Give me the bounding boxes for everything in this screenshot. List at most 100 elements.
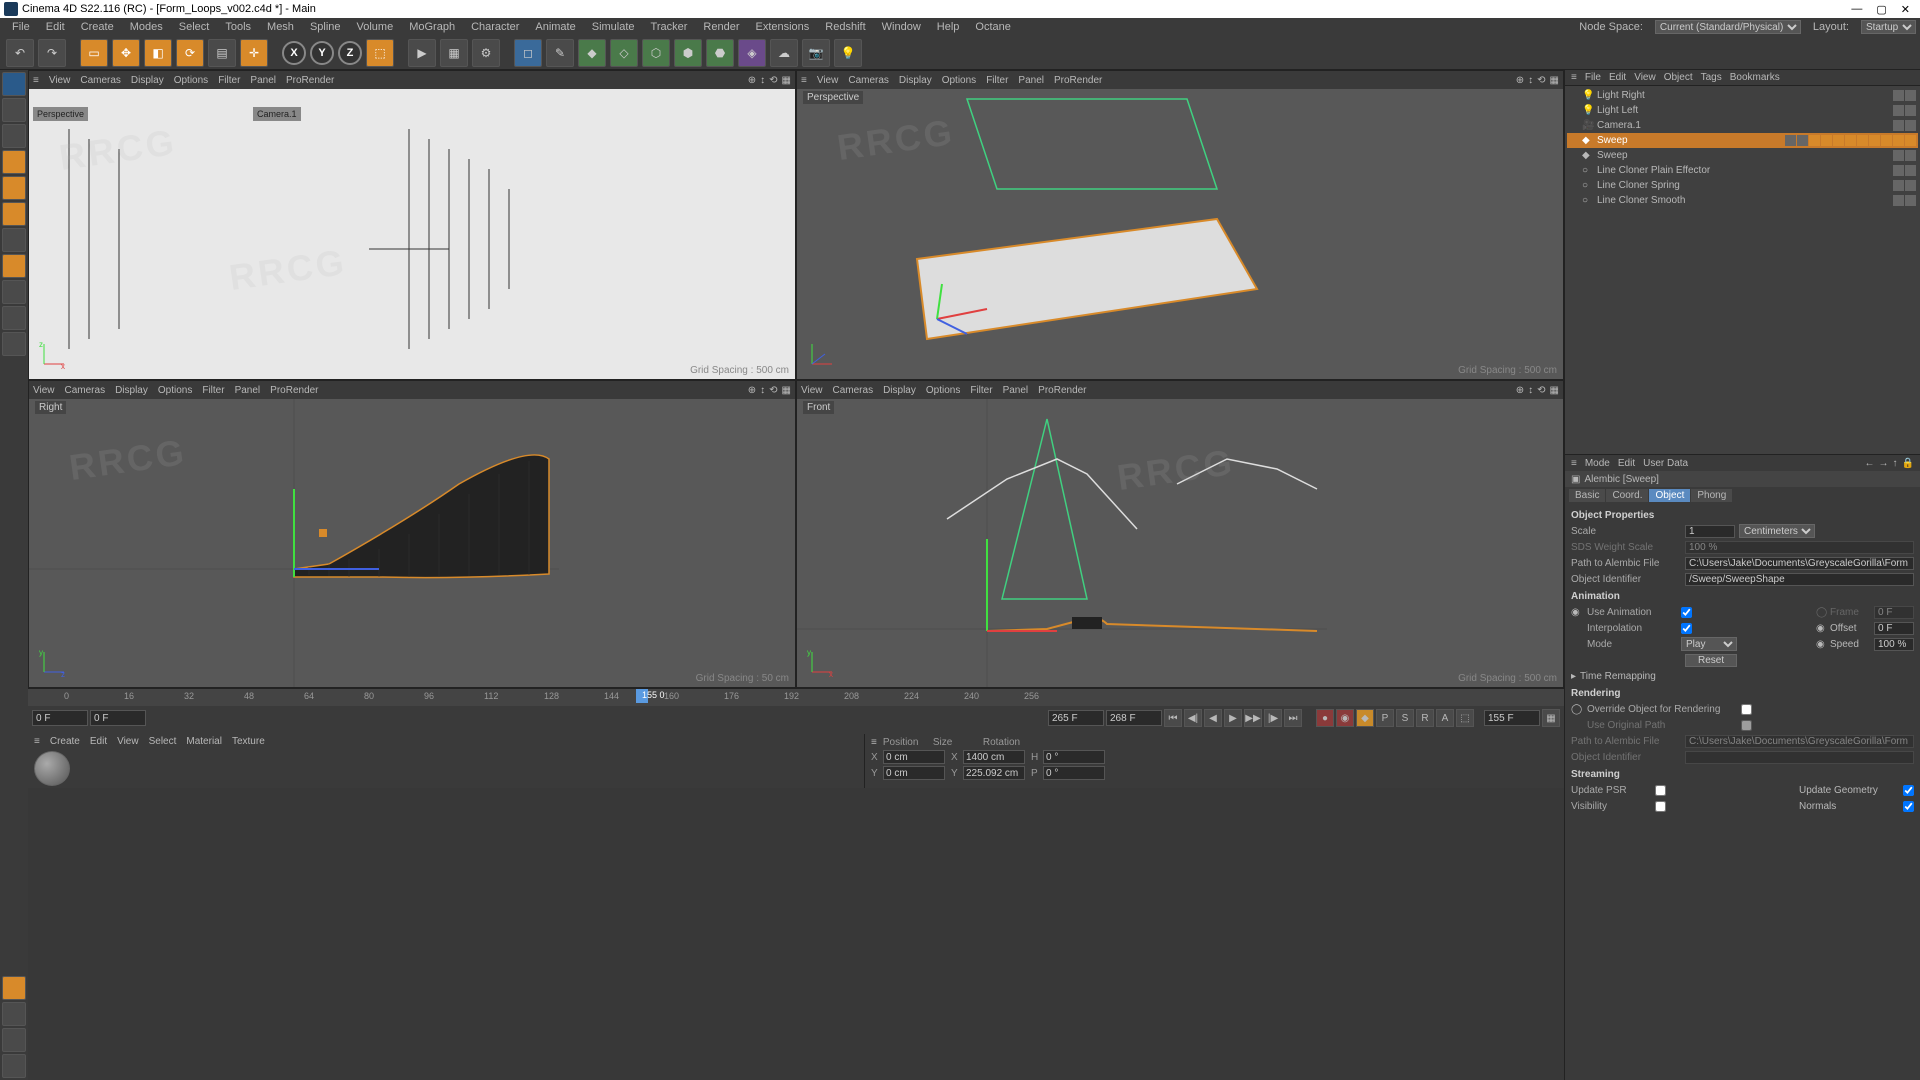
timeline-ruler[interactable]: 155 0 0163248648096112128144160176192208…	[28, 688, 1564, 706]
start-frame-b[interactable]: 0 F	[90, 710, 146, 726]
nav-fwd-icon[interactable]: →	[1879, 458, 1889, 469]
nav-back-icon[interactable]: ←	[1865, 458, 1875, 469]
hamburger-icon[interactable]: ≡	[1571, 72, 1577, 83]
rot-h[interactable]	[1043, 750, 1105, 764]
texture-mode[interactable]	[2, 98, 26, 122]
vp-menu-prorender[interactable]: ProRender	[1054, 75, 1102, 86]
tag-icon[interactable]	[1893, 165, 1904, 176]
menu-file[interactable]: File	[4, 19, 38, 35]
vp-nav-icon[interactable]: ↕	[1528, 75, 1533, 86]
prev-frame[interactable]: ◀	[1204, 709, 1222, 727]
om-item[interactable]: ○Line Cloner Smooth	[1567, 193, 1918, 208]
tag-icon[interactable]	[1905, 90, 1916, 101]
menu-help[interactable]: Help	[929, 19, 968, 35]
uv-point[interactable]	[2, 254, 26, 278]
tag-icon[interactable]	[1833, 135, 1844, 146]
menu-create[interactable]: Create	[73, 19, 122, 35]
snap3[interactable]	[2, 332, 26, 356]
model-mode[interactable]	[2, 72, 26, 96]
generator[interactable]: ◆	[578, 39, 606, 67]
attr-menu-mode[interactable]: Mode	[1585, 458, 1610, 469]
menu-tracker[interactable]: Tracker	[643, 19, 696, 35]
rot-p[interactable]	[1043, 766, 1105, 780]
om-menu-tags[interactable]: Tags	[1701, 72, 1722, 83]
mat-menu-select[interactable]: Select	[149, 736, 177, 747]
axis-x[interactable]: X	[282, 41, 306, 65]
menu-select[interactable]: Select	[171, 19, 218, 35]
vp-nav-icon[interactable]: ▦	[1550, 75, 1559, 86]
pos-y[interactable]	[883, 766, 945, 780]
attr-menu-userdata[interactable]: User Data	[1643, 458, 1688, 469]
om-item[interactable]: 🎥Camera.1	[1567, 118, 1918, 133]
key-pla[interactable]: ⬚	[1456, 709, 1474, 727]
hamburger-icon[interactable]: ≡	[33, 75, 39, 86]
edge-mode[interactable]	[2, 176, 26, 200]
environment[interactable]: ☁	[770, 39, 798, 67]
end-frame-a[interactable]: 265 F	[1048, 710, 1104, 726]
vp-menu-prorender[interactable]: ProRender	[1038, 385, 1086, 396]
om-item[interactable]: 💡Light Right	[1567, 88, 1918, 103]
vp-menu-filter[interactable]: Filter	[986, 75, 1008, 86]
scale-input[interactable]	[1685, 525, 1735, 538]
tab-object[interactable]: Object	[1649, 489, 1690, 502]
tweak[interactable]	[2, 976, 26, 1000]
menu-mesh[interactable]: Mesh	[259, 19, 302, 35]
offset-input[interactable]	[1874, 622, 1914, 635]
tag-icon[interactable]	[1893, 105, 1904, 116]
snap[interactable]	[2, 280, 26, 304]
deformer[interactable]: ◈	[738, 39, 766, 67]
place-tool[interactable]: ✛	[240, 39, 268, 67]
vp-nav-icon[interactable]: ⟲	[1537, 385, 1545, 396]
hamburger-icon[interactable]: ≡	[34, 736, 40, 747]
menu-animate[interactable]: Animate	[527, 19, 583, 35]
effector[interactable]: ⬢	[674, 39, 702, 67]
tag-icon[interactable]	[1905, 135, 1916, 146]
render-region[interactable]: ▦	[440, 39, 468, 67]
reset-button[interactable]: Reset	[1685, 654, 1737, 667]
vp-nav-icon[interactable]: ⟲	[769, 75, 777, 86]
primitive-cube[interactable]: ◻	[514, 39, 542, 67]
size-x[interactable]	[963, 750, 1025, 764]
vp-nav-icon[interactable]: ⊕	[748, 385, 756, 396]
pos-x[interactable]	[883, 750, 945, 764]
om-item[interactable]: ○Line Cloner Spring	[1567, 178, 1918, 193]
tag-icon[interactable]	[1797, 135, 1808, 146]
mode-select[interactable]: Play	[1681, 637, 1737, 651]
maximize-icon[interactable]: ▢	[1876, 3, 1886, 16]
node-space-select[interactable]: Current (Standard/Physical)	[1655, 20, 1801, 34]
lock-icon[interactable]: 🔒	[1902, 458, 1914, 469]
vp-menu-display[interactable]: Display	[899, 75, 932, 86]
timeline-opts[interactable]: ▦	[1542, 709, 1560, 727]
tag-icon[interactable]	[1821, 135, 1832, 146]
viewport-solo2[interactable]	[2, 1028, 26, 1052]
use-anim-check[interactable]	[1681, 607, 1692, 618]
tab-phong[interactable]: Phong	[1691, 489, 1732, 502]
tag-icon[interactable]	[1893, 120, 1904, 131]
goto-start[interactable]: ⏮	[1164, 709, 1182, 727]
vp-menu-prorender[interactable]: ProRender	[286, 75, 334, 86]
vp-menu-filter[interactable]: Filter	[202, 385, 224, 396]
vp-nav-icon[interactable]: ⊕	[1516, 385, 1524, 396]
tag-icon[interactable]	[1893, 135, 1904, 146]
time-remap-label[interactable]: Time Remapping	[1580, 671, 1656, 682]
vp-nav-icon[interactable]: ↕	[760, 75, 765, 86]
menu-redshift[interactable]: Redshift	[817, 19, 873, 35]
vp-menu-options[interactable]: Options	[942, 75, 976, 86]
tag-icon[interactable]	[1845, 135, 1856, 146]
render-settings[interactable]: ⚙	[472, 39, 500, 67]
tab-coord[interactable]: Coord.	[1606, 489, 1648, 502]
undo-button[interactable]: ↶	[6, 39, 34, 67]
scale-tool[interactable]: ◧	[144, 39, 172, 67]
end-frame-b[interactable]: 268 F	[1106, 710, 1162, 726]
redo-button[interactable]: ↷	[38, 39, 66, 67]
menu-render[interactable]: Render	[695, 19, 747, 35]
vp-menu-options[interactable]: Options	[926, 385, 960, 396]
om-menu-view[interactable]: View	[1634, 72, 1656, 83]
tag-icon[interactable]	[1905, 150, 1916, 161]
close-icon[interactable]: ✕	[1901, 3, 1910, 16]
next-frame[interactable]: |▶	[1264, 709, 1282, 727]
material-thumb[interactable]	[34, 751, 70, 786]
tag-icon[interactable]	[1905, 105, 1916, 116]
menu-modes[interactable]: Modes	[122, 19, 171, 35]
om-menu-file[interactable]: File	[1585, 72, 1601, 83]
